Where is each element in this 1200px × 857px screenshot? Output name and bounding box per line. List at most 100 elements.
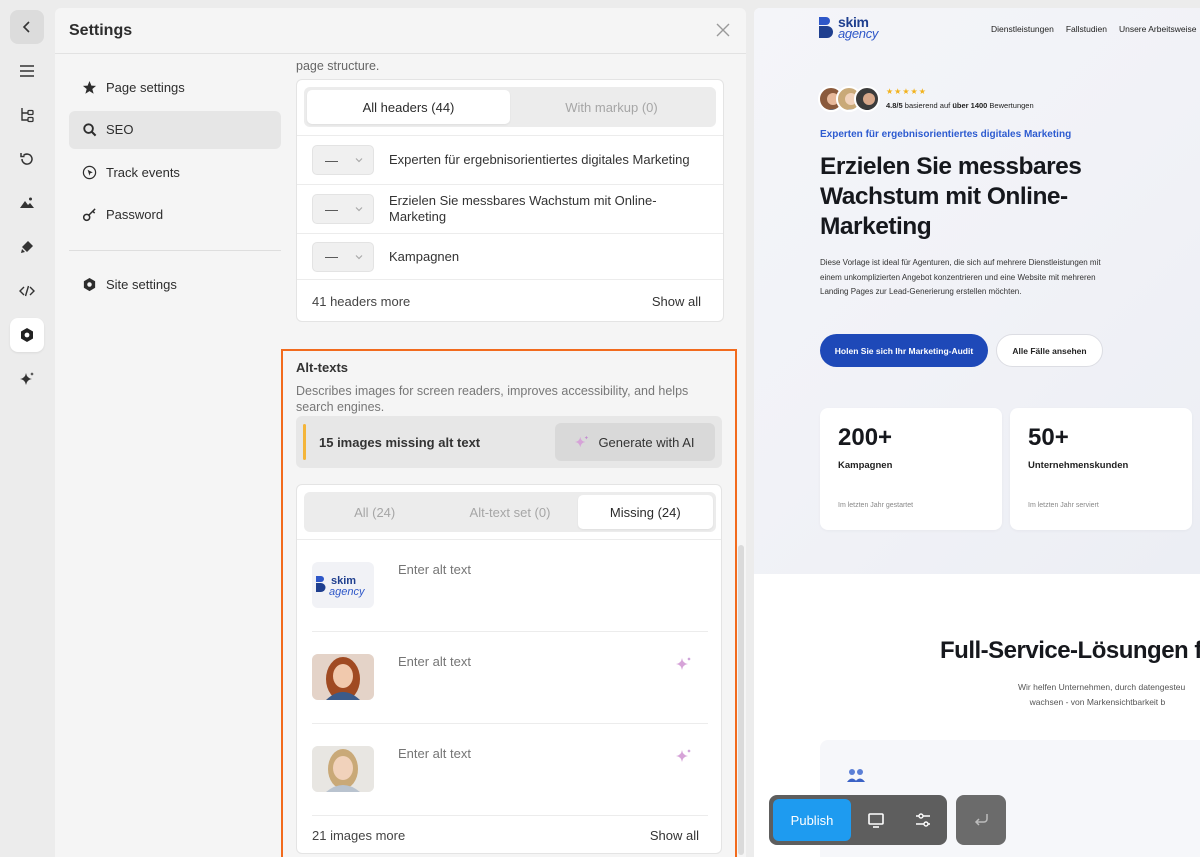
settings-button[interactable] bbox=[10, 318, 44, 352]
missing-alt-count: 15 images missing alt text bbox=[319, 435, 481, 450]
media-button[interactable] bbox=[10, 186, 44, 220]
header-row: — Erzielen Sie messbares Wachstum mit On… bbox=[297, 184, 723, 233]
images-show-all-button[interactable]: Show all bbox=[650, 828, 699, 843]
chevron-down-icon bbox=[355, 207, 363, 212]
settings-title: Settings bbox=[69, 22, 133, 39]
tab-alt-text-set[interactable]: Alt-text set (0) bbox=[442, 495, 577, 529]
icon-rail bbox=[0, 0, 54, 857]
header-text: Erzielen Sie messbares Wachstum mit Onli… bbox=[389, 193, 657, 224]
skim-agency-logo-icon: skim agency bbox=[316, 575, 366, 598]
heading-level-value: — bbox=[325, 201, 338, 217]
search-icon bbox=[81, 122, 97, 138]
publish-button[interactable]: Publish bbox=[773, 799, 851, 841]
stat-label: Unternehmenskunden bbox=[1028, 460, 1129, 471]
stat-caption: Im letzten Jahr serviert bbox=[1028, 502, 1099, 509]
header-row: — Experten für ergebnisorientiertes digi… bbox=[297, 135, 723, 184]
tab-all-headers[interactable]: All headers (44) bbox=[307, 90, 510, 124]
site-nav-link[interactable]: Dienstleistungen bbox=[991, 24, 1054, 34]
alt-text-images-card: All (24) Alt-text set (0) Missing (24) s… bbox=[296, 484, 722, 854]
hexagon-gear-icon bbox=[81, 277, 97, 293]
key-icon bbox=[81, 207, 97, 223]
settings-header: Settings bbox=[55, 8, 746, 54]
alt-texts-description: Describes images for screen readers, imp… bbox=[296, 384, 689, 414]
nav-item-track-events[interactable]: Track events bbox=[69, 153, 281, 191]
sparkle-icon[interactable] bbox=[676, 748, 692, 764]
heading-level-value: — bbox=[325, 152, 338, 168]
alt-text-filter-tabs: All (24) Alt-text set (0) Missing (24) bbox=[304, 492, 716, 532]
site-nav: Dienstleistungen Fallstudien Unsere Arbe… bbox=[991, 24, 1200, 34]
site-logo[interactable]: skim agency bbox=[818, 15, 878, 41]
tree-icon bbox=[21, 108, 34, 123]
stat-card: 200+ Kampagnen Im letzten Jahr gestartet bbox=[820, 408, 1002, 530]
editor-toolbar: Publish bbox=[769, 795, 947, 845]
image-icon bbox=[20, 197, 34, 208]
generate-with-ai-button[interactable]: Generate with AI bbox=[555, 423, 715, 461]
heading-level-select[interactable]: — bbox=[312, 194, 374, 224]
sparkle-icon bbox=[575, 435, 589, 448]
sliders-icon[interactable] bbox=[913, 810, 933, 830]
tab-missing[interactable]: Missing (24) bbox=[577, 495, 713, 529]
services-heading: Full-Service-Lösungen f bbox=[940, 637, 1200, 664]
settings-panel: Settings Page settings SEO Track events … bbox=[55, 8, 746, 857]
services-subtitle: Wir helfen Unternehmen, durch datengeste… bbox=[1018, 680, 1185, 710]
ai-button[interactable] bbox=[10, 362, 44, 396]
view-cases-button[interactable]: Alle Fälle ansehen bbox=[996, 334, 1103, 367]
avatar bbox=[854, 86, 880, 112]
alt-text-input[interactable] bbox=[398, 562, 698, 577]
nav-item-seo[interactable]: SEO bbox=[69, 110, 281, 149]
hero-eyebrow: Experten für ergebnisorientiertes digita… bbox=[820, 129, 1072, 140]
header-text: Experten für ergebnisorientiertes digita… bbox=[389, 152, 690, 167]
header-row: — Kampagnen bbox=[297, 233, 723, 279]
nav-item-password[interactable]: Password bbox=[69, 196, 281, 234]
close-icon[interactable] bbox=[714, 21, 732, 39]
structure-button[interactable] bbox=[10, 98, 44, 132]
headers-footer: 41 headers more Show all bbox=[297, 279, 723, 322]
stat-caption: Im letzten Jahr gestartet bbox=[838, 502, 914, 509]
nav-item-label: Track events bbox=[106, 164, 180, 180]
marketing-audit-button[interactable]: Holen Sie sich Ihr Marketing-Audit bbox=[820, 334, 988, 367]
back-button[interactable] bbox=[10, 10, 44, 44]
image-thumbnail bbox=[312, 746, 374, 792]
tab-all-images[interactable]: All (24) bbox=[307, 495, 442, 529]
alt-text-input[interactable] bbox=[398, 654, 698, 669]
stat-number: 200+ bbox=[838, 424, 893, 451]
team-icon bbox=[847, 769, 865, 782]
page-preview: skim agency Dienstleistungen Fallstudien… bbox=[754, 8, 1200, 857]
warning-indicator bbox=[303, 424, 306, 460]
nav-item-label: Site settings bbox=[106, 277, 177, 292]
site-nav-link[interactable]: Unsere Arbeitsweise bbox=[1119, 24, 1196, 34]
image-row: skim agency bbox=[312, 562, 708, 622]
star-icon bbox=[81, 79, 97, 95]
rating-suffix: Bewertungen bbox=[987, 101, 1034, 110]
headers-show-all-button[interactable]: Show all bbox=[652, 294, 701, 309]
services-subtitle-line: wachsen - von Markensichtbarkeit b bbox=[1029, 697, 1166, 707]
desktop-icon[interactable] bbox=[866, 810, 886, 830]
code-button[interactable] bbox=[10, 274, 44, 308]
nav-divider bbox=[69, 249, 281, 251]
nav-item-page-settings[interactable]: Page settings bbox=[69, 68, 281, 106]
style-button[interactable] bbox=[10, 230, 44, 264]
history-button[interactable] bbox=[10, 142, 44, 176]
site-nav-link[interactable]: Fallstudien bbox=[1066, 24, 1107, 34]
divider bbox=[297, 539, 721, 540]
divider bbox=[312, 723, 708, 724]
hexagon-gear-icon bbox=[21, 328, 33, 342]
services-subtitle-line: Wir helfen Unternehmen, durch datengeste… bbox=[1018, 682, 1186, 692]
heading-level-select[interactable]: — bbox=[312, 145, 374, 175]
tab-with-markup[interactable]: With markup (0) bbox=[510, 90, 713, 124]
alt-text-input[interactable] bbox=[398, 746, 698, 761]
menu-icon bbox=[20, 65, 34, 77]
brush-icon bbox=[21, 241, 33, 253]
logo-wordmark: skim agency bbox=[838, 15, 879, 41]
sparkle-icon[interactable] bbox=[676, 656, 692, 672]
nav-item-site-settings[interactable]: Site settings bbox=[69, 266, 281, 304]
undo-button[interactable] bbox=[956, 795, 1006, 845]
rating-stars: ★★★★★ bbox=[886, 87, 927, 96]
menu-button[interactable] bbox=[10, 54, 44, 88]
sparkle-icon bbox=[20, 372, 34, 385]
heading-level-select[interactable]: — bbox=[312, 241, 374, 272]
settings-scrollbar[interactable] bbox=[738, 545, 744, 855]
logo-word-2: agency bbox=[838, 26, 879, 41]
nav-item-label: Password bbox=[106, 207, 164, 222]
divider bbox=[312, 631, 708, 632]
